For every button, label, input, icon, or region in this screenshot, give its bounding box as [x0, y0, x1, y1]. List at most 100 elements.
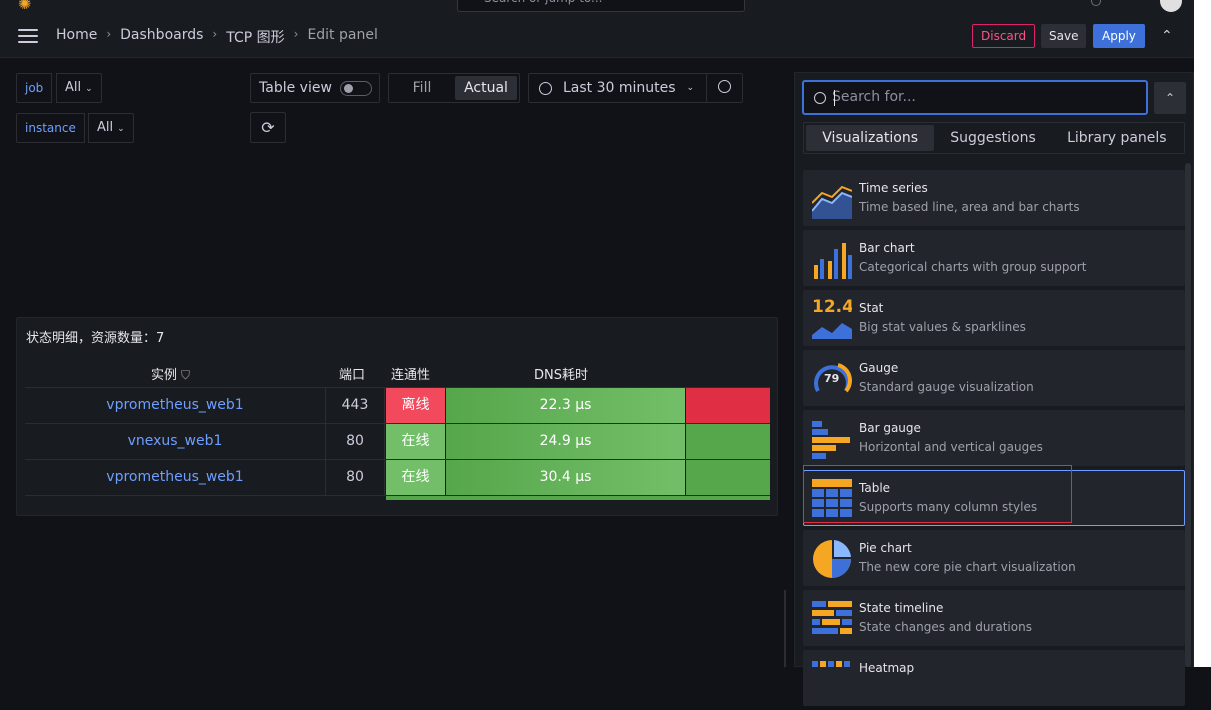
heatmap-icon: [812, 661, 850, 667]
grafana-logo-icon[interactable]: ✺: [18, 0, 40, 13]
viz-desc: State changes and durations: [859, 620, 1032, 634]
bar-chart-icon: [814, 243, 852, 279]
viz-item-stat[interactable]: 12.4 Stat Big stat values & sparklines: [803, 290, 1185, 346]
tab-library-panels[interactable]: Library panels: [1052, 125, 1182, 151]
cell-connectivity: 离线: [386, 388, 445, 423]
apply-button[interactable]: Apply: [1093, 24, 1145, 48]
cell-status: [686, 424, 770, 459]
breadcrumb-dashboards[interactable]: Dashboards: [120, 27, 203, 47]
column-header-connectivity[interactable]: 连通性: [391, 364, 430, 383]
pie-chart-icon: [813, 540, 851, 578]
cell-connectivity: 在线: [386, 424, 445, 459]
cell-port: 80: [325, 460, 385, 495]
cell-instance[interactable]: vprometheus_web1: [25, 460, 325, 495]
breadcrumb-home[interactable]: Home: [56, 27, 97, 47]
column-header-dns[interactable]: DNS耗时: [534, 364, 588, 383]
breadcrumb: Home › Dashboards › TCP 图形 › Edit panel: [56, 27, 378, 47]
global-search-input[interactable]: Search or jump to...: [457, 0, 745, 12]
viz-name: Table: [859, 481, 891, 495]
column-header-instance[interactable]: 实例 ⛉: [151, 364, 190, 383]
viz-desc: Horizontal and vertical gauges: [859, 440, 1043, 454]
time-range-picker[interactable]: Last 30 minutes ⌄: [528, 73, 707, 103]
tab-suggestions[interactable]: Suggestions: [934, 125, 1051, 151]
viz-desc: Categorical charts with group support: [859, 260, 1087, 274]
viz-list: Time series Time based line, area and ba…: [803, 170, 1185, 710]
viz-item-bar-gauge[interactable]: Bar gauge Horizontal and vertical gauges: [803, 410, 1185, 466]
cell-status: [686, 460, 770, 495]
table-row-partial: [25, 495, 770, 500]
window-edge: [1194, 0, 1211, 667]
cell-connectivity: 在线: [386, 460, 445, 495]
viz-item-table[interactable]: Table Supports many column styles: [803, 470, 1185, 526]
tab-visualizations[interactable]: Visualizations: [806, 125, 935, 151]
time-series-icon: [812, 185, 852, 219]
table-view-toggle[interactable]: Table view: [250, 73, 380, 103]
chevron-down-icon: ⌄: [686, 83, 694, 93]
top-nav-strip: ✺ Search or jump to...: [0, 0, 1211, 14]
viz-desc: The new core pie chart visualization: [859, 560, 1076, 574]
viz-name: Time series: [859, 181, 928, 195]
toggle-switch[interactable]: [340, 81, 372, 96]
variable-select-job[interactable]: All ⌄: [56, 73, 102, 103]
chevron-down-icon: ⌄: [117, 124, 125, 134]
column-header-port[interactable]: 端口: [339, 364, 365, 383]
chevron-up-icon[interactable]: ⌃: [1161, 28, 1173, 44]
zoom-out-icon: [718, 80, 731, 93]
menu-toggle-icon[interactable]: [18, 29, 38, 43]
save-button[interactable]: Save: [1041, 24, 1087, 48]
search-icon: [814, 92, 826, 104]
stat-icon: 12.4: [812, 299, 852, 339]
viz-item-heatmap[interactable]: Heatmap: [803, 650, 1185, 706]
clock-icon: [539, 82, 552, 95]
variable-select-instance[interactable]: All ⌄: [88, 113, 134, 143]
cell-status: [686, 388, 770, 423]
cell-dns: 30.4 µs: [446, 460, 685, 495]
refresh-icon: ⟳: [261, 118, 275, 137]
discard-button[interactable]: Discard: [972, 24, 1036, 48]
page-header: Home › Dashboards › TCP 图形 › Edit panel …: [0, 14, 1194, 58]
table-view-label: Table view: [259, 80, 332, 96]
viz-desc: Supports many column styles: [859, 500, 1038, 514]
actual-option[interactable]: Actual: [455, 76, 517, 100]
breadcrumb-current: Edit panel: [307, 27, 378, 43]
viz-desc: Big stat values & sparklines: [859, 320, 1026, 334]
viz-item-state-timeline[interactable]: State timeline State changes and duratio…: [803, 590, 1185, 646]
variable-value: All: [65, 80, 82, 95]
avatar[interactable]: [1160, 0, 1182, 12]
help-icon[interactable]: [1091, 0, 1101, 6]
viz-item-bar-chart[interactable]: Bar chart Categorical charts with group …: [803, 230, 1185, 286]
viz-item-gauge[interactable]: 79 Gauge Standard gauge visualization: [803, 350, 1185, 406]
viz-list-scrollbar[interactable]: [1185, 163, 1191, 667]
breadcrumb-dashboard[interactable]: TCP 图形: [226, 27, 284, 47]
table-header: 实例 ⛉ 端口 连通性 DNS耗时: [25, 364, 779, 388]
table-panel: 状态明细，资源数量：7 实例 ⛉ 端口 连通性 DNS耗时 vprometheus…: [16, 317, 778, 516]
viz-desc: Standard gauge visualization: [859, 380, 1034, 394]
chevron-right-icon: ›: [212, 27, 218, 41]
pane-resizer[interactable]: [784, 590, 786, 667]
chevron-right-icon: ›: [293, 27, 299, 41]
table-icon: [812, 479, 852, 517]
viz-name: State timeline: [859, 601, 944, 615]
close-picker-button[interactable]: ⌃: [1154, 82, 1186, 114]
chevron-right-icon: ›: [106, 27, 112, 41]
variable-label-instance: instance: [16, 113, 85, 143]
refresh-button[interactable]: ⟳: [250, 112, 286, 143]
chevron-up-icon: ⌃: [1164, 91, 1176, 105]
viz-name: Pie chart: [859, 541, 912, 555]
cell-instance[interactable]: vprometheus_web1: [25, 388, 325, 423]
viz-search-placeholder: Search for...: [832, 89, 916, 105]
viz-tabs: Visualizations Suggestions Library panel…: [803, 122, 1185, 154]
viz-name: Gauge: [859, 361, 899, 375]
fill-option[interactable]: Fill: [391, 76, 453, 100]
viz-search-input[interactable]: Search for...: [802, 80, 1148, 115]
table-row: vprometheus_web1 80 在线 30.4 µs: [25, 459, 770, 495]
cell-instance[interactable]: vnexus_web1: [25, 424, 325, 459]
variable-value: All: [97, 120, 114, 135]
viz-name: Bar chart: [859, 241, 915, 255]
viz-item-pie-chart[interactable]: Pie chart The new core pie chart visuali…: [803, 530, 1185, 586]
zoom-out-button[interactable]: [706, 73, 743, 103]
viz-name: Heatmap: [859, 661, 915, 675]
table-row: vnexus_web1 80 在线 24.9 µs: [25, 423, 770, 459]
filter-icon[interactable]: ⛉: [181, 368, 190, 382]
viz-item-time-series[interactable]: Time series Time based line, area and ba…: [803, 170, 1185, 226]
